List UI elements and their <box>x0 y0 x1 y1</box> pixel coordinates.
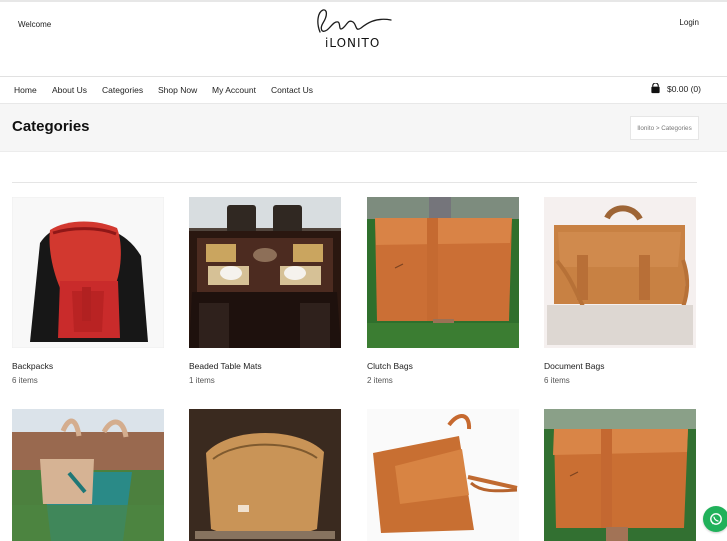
page-title-bar: Categories Ilonito > Categories <box>0 104 727 152</box>
brand-logo[interactable]: iLONITO <box>305 4 400 52</box>
nav-shop-now[interactable]: Shop Now <box>158 85 197 95</box>
table-mats-image <box>189 197 341 348</box>
category-image-crossbody-bags[interactable] <box>367 409 519 541</box>
category-name[interactable]: Clutch Bags <box>367 361 519 371</box>
category-count: 2 items <box>367 376 393 385</box>
category-image-tote-bags[interactable] <box>12 409 164 541</box>
nav-about-us[interactable]: About Us <box>52 85 87 95</box>
category-card-tote-bags[interactable] <box>12 409 164 541</box>
category-name[interactable]: Document Bags <box>544 361 696 371</box>
category-card-gold-bags[interactable] <box>189 409 341 541</box>
logo-signature-icon <box>317 9 392 33</box>
nav-my-account[interactable]: My Account <box>212 85 256 95</box>
leather-folio-image <box>544 409 696 541</box>
document-bag-image <box>544 197 696 348</box>
shopping-bag-icon <box>651 83 660 94</box>
nav-categories[interactable]: Categories <box>102 85 143 95</box>
category-image-document-bags[interactable] <box>544 197 696 348</box>
category-name[interactable]: Backpacks <box>12 361 164 371</box>
welcome-text: Welcome <box>18 20 52 29</box>
category-image-gold-bags[interactable] <box>189 409 341 541</box>
category-name[interactable]: Beaded Table Mats <box>189 361 341 371</box>
category-card-backpacks[interactable]: Backpacks 6 items <box>12 197 164 385</box>
nav-contact-us[interactable]: Contact Us <box>271 85 313 95</box>
cart-button[interactable]: $0.00 (0) <box>650 83 701 94</box>
category-card-beaded-table-mats[interactable]: Beaded Table Mats 1 items <box>189 197 341 385</box>
logo-text: iLONITO <box>325 36 381 50</box>
nav-home[interactable]: Home <box>14 85 37 95</box>
category-count: 6 items <box>544 376 570 385</box>
category-card-document-bags[interactable]: Document Bags 6 items <box>544 197 696 385</box>
main-navigation: Home About Us Categories Shop Now My Acc… <box>0 76 727 104</box>
backpack-image <box>12 197 164 348</box>
clutch-bag-image <box>367 197 519 348</box>
category-image-backpacks[interactable] <box>12 197 164 348</box>
breadcrumb[interactable]: Ilonito > Categories <box>630 116 699 140</box>
section-divider <box>12 182 697 183</box>
tote-bag-image <box>12 409 164 541</box>
category-image-leather-folios[interactable] <box>544 409 696 541</box>
site-header: Welcome iLONITO Login <box>0 2 727 76</box>
page-title: Categories <box>12 118 90 135</box>
category-card-leather-folios[interactable] <box>544 409 696 541</box>
category-count: 1 items <box>189 376 215 385</box>
category-card-crossbody-bags[interactable] <box>367 409 519 541</box>
cart-total: $0.00 (0) <box>666 83 701 94</box>
login-link[interactable]: Login <box>679 18 699 27</box>
category-image-clutch-bags[interactable] <box>367 197 519 348</box>
whatsapp-icon <box>710 513 722 525</box>
category-count: 6 items <box>12 376 38 385</box>
category-image-beaded-table-mats[interactable] <box>189 197 341 348</box>
whatsapp-button[interactable] <box>703 506 727 532</box>
category-card-clutch-bags[interactable]: Clutch Bags 2 items <box>367 197 519 385</box>
gold-bag-image <box>189 409 341 541</box>
crossbody-bag-image <box>367 409 519 541</box>
